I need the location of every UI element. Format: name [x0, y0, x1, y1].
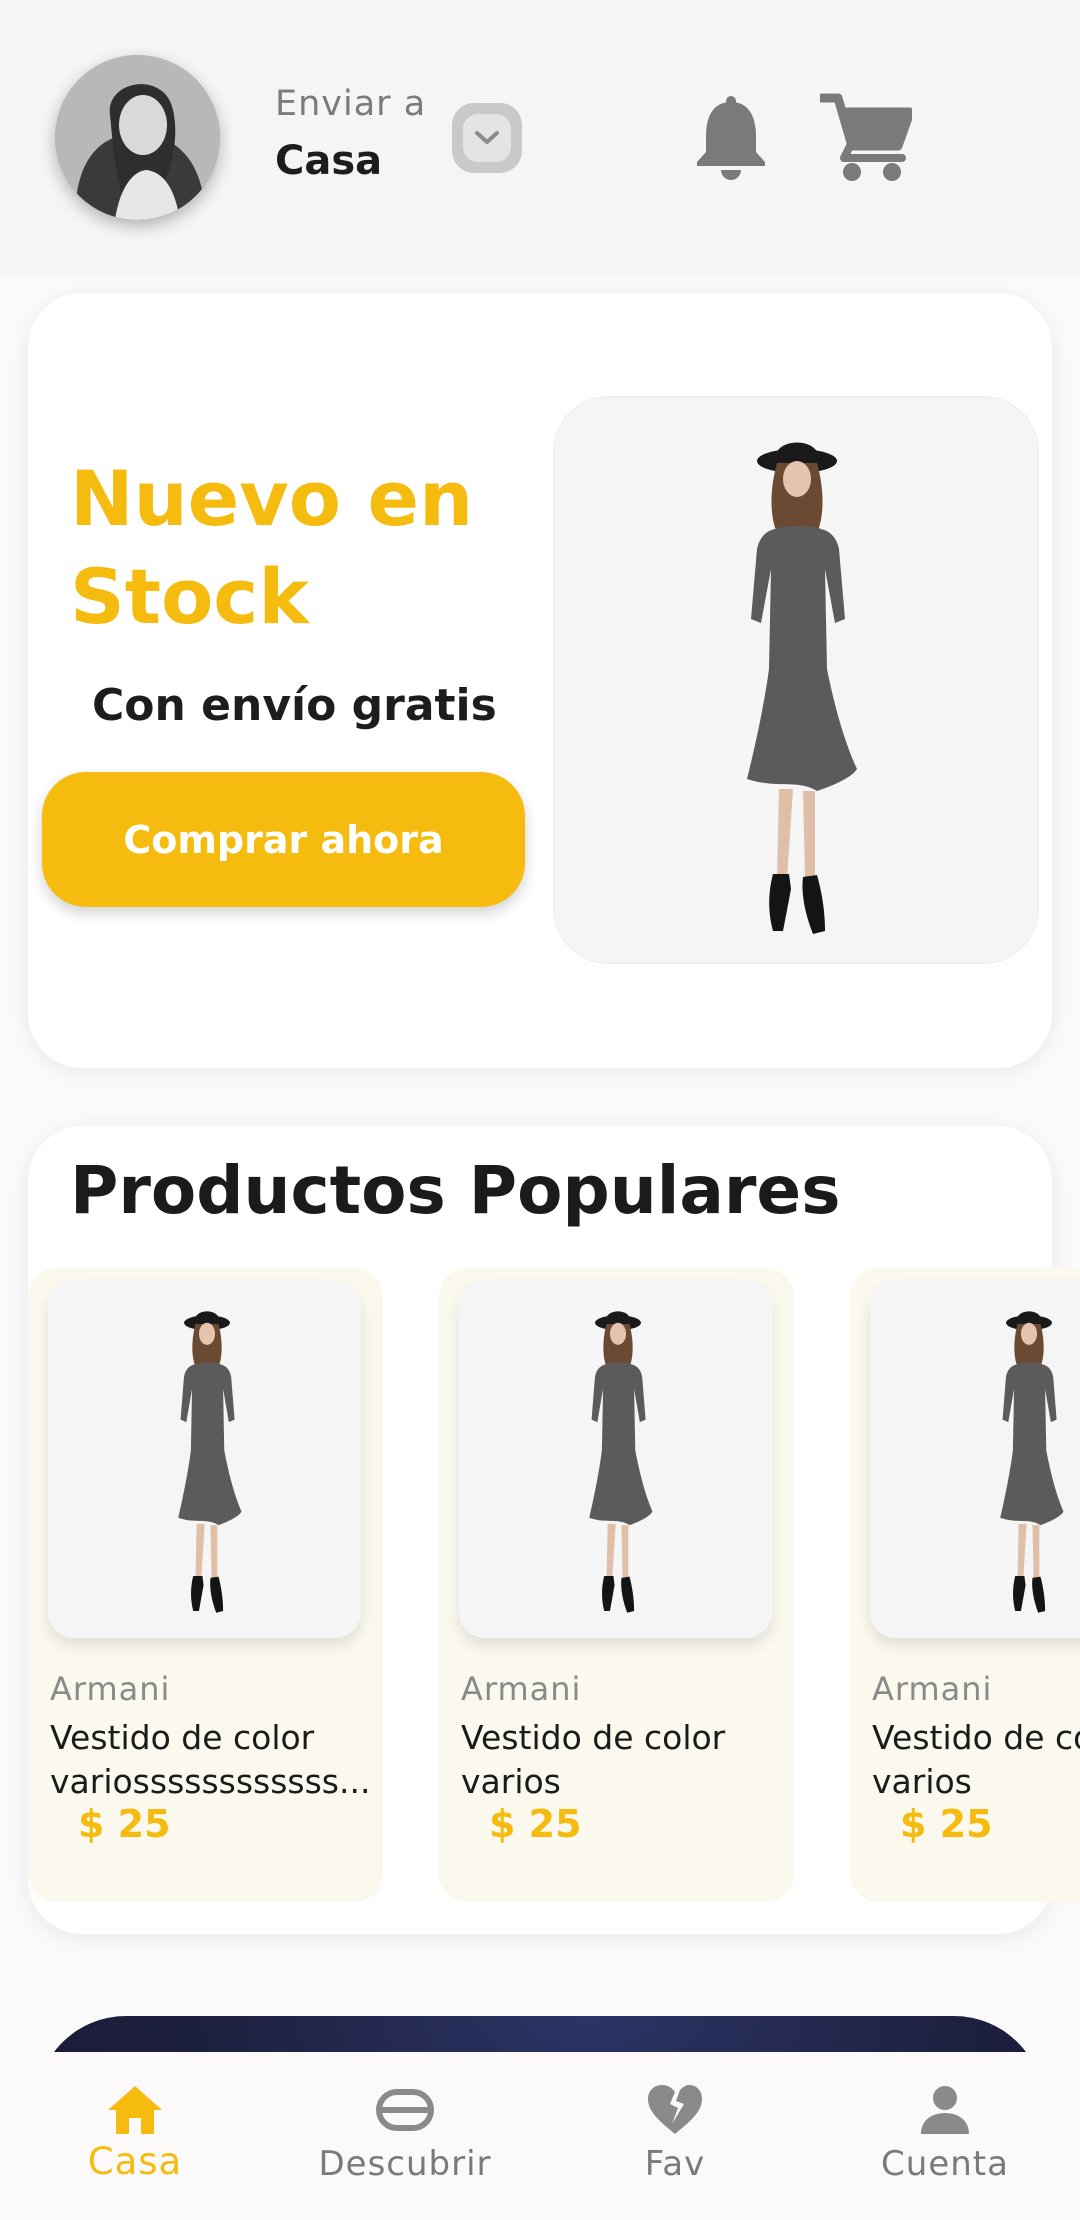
chevron-down-icon	[463, 114, 511, 162]
nav-item-casa[interactable]: Casa	[0, 2052, 270, 2220]
product-name: Vestido de color varios	[872, 1716, 1080, 1804]
nav-label: Fav	[644, 2144, 706, 2184]
product-name-line2: varios	[461, 1762, 561, 1801]
products-carousel[interactable]: Armani Vestido de color variosssssssssss…	[0, 1268, 1080, 1902]
product-image	[459, 1280, 772, 1638]
promo-image[interactable]	[553, 396, 1039, 964]
product-price: $ 25	[78, 1802, 171, 1846]
nav-item-fav[interactable]: Fav	[540, 2052, 810, 2220]
product-name: Vestido de color variossssssssssss...	[50, 1716, 372, 1804]
nav-label: Cuenta	[881, 2144, 1009, 2184]
product-image	[870, 1280, 1080, 1638]
product-card[interactable]: Armani Vestido de color varios $ 25	[850, 1268, 1080, 1902]
avatar-photo	[55, 55, 220, 220]
person-icon	[921, 2086, 969, 2134]
promo-subtitle: Con envío gratis	[92, 680, 497, 731]
avatar[interactable]	[55, 55, 220, 220]
product-image	[48, 1280, 361, 1638]
nav-label: Descubrir	[318, 2144, 492, 2184]
product-name-line1: Vestido de color	[461, 1718, 726, 1757]
dress-model-image	[178, 1311, 242, 1613]
header: Enviar a Casa	[0, 0, 1080, 274]
cart-icon[interactable]	[820, 92, 912, 182]
broken-heart-icon	[648, 2085, 702, 2134]
product-card[interactable]: Armani Vestido de color variosssssssssss…	[28, 1268, 383, 1902]
dress-model-image	[747, 442, 857, 934]
product-price: $ 25	[489, 1802, 582, 1846]
promo-title: Nuevo en Stock	[70, 454, 474, 641]
product-name-line2: variossssssssssss...	[50, 1762, 371, 1801]
product-card[interactable]: Armani Vestido de color varios $ 25	[439, 1268, 794, 1902]
dress-model-image	[1000, 1311, 1064, 1613]
popular-products-title: Productos Populares	[70, 1152, 841, 1229]
product-name: Vestido de color varios	[461, 1716, 783, 1804]
home-icon	[108, 2086, 162, 2134]
product-name-line2: varios	[872, 1762, 972, 1801]
dress-model-image	[589, 1311, 653, 1613]
product-brand: Armani	[50, 1670, 171, 1708]
bell-icon[interactable]	[693, 96, 769, 180]
product-name-line1: Vestido de color	[50, 1718, 315, 1757]
product-brand: Armani	[872, 1670, 993, 1708]
nav-item-descubrir[interactable]: Descubrir	[270, 2052, 540, 2220]
shop-now-button[interactable]: Comprar ahora	[42, 772, 525, 907]
nav-item-cuenta[interactable]: Cuenta	[810, 2052, 1080, 2220]
product-price: $ 25	[900, 1802, 993, 1846]
ship-to-value: Casa	[275, 138, 383, 184]
ship-to-label: Enviar a	[275, 84, 427, 124]
product-brand: Armani	[461, 1670, 582, 1708]
discover-icon	[376, 2089, 434, 2131]
ship-to-dropdown-button[interactable]	[452, 103, 522, 173]
product-name-line1: Vestido de color	[872, 1718, 1080, 1757]
nav-label: Casa	[87, 2140, 183, 2183]
bottom-navigation: Casa Descubrir Fav Cuenta	[0, 2052, 1080, 2220]
